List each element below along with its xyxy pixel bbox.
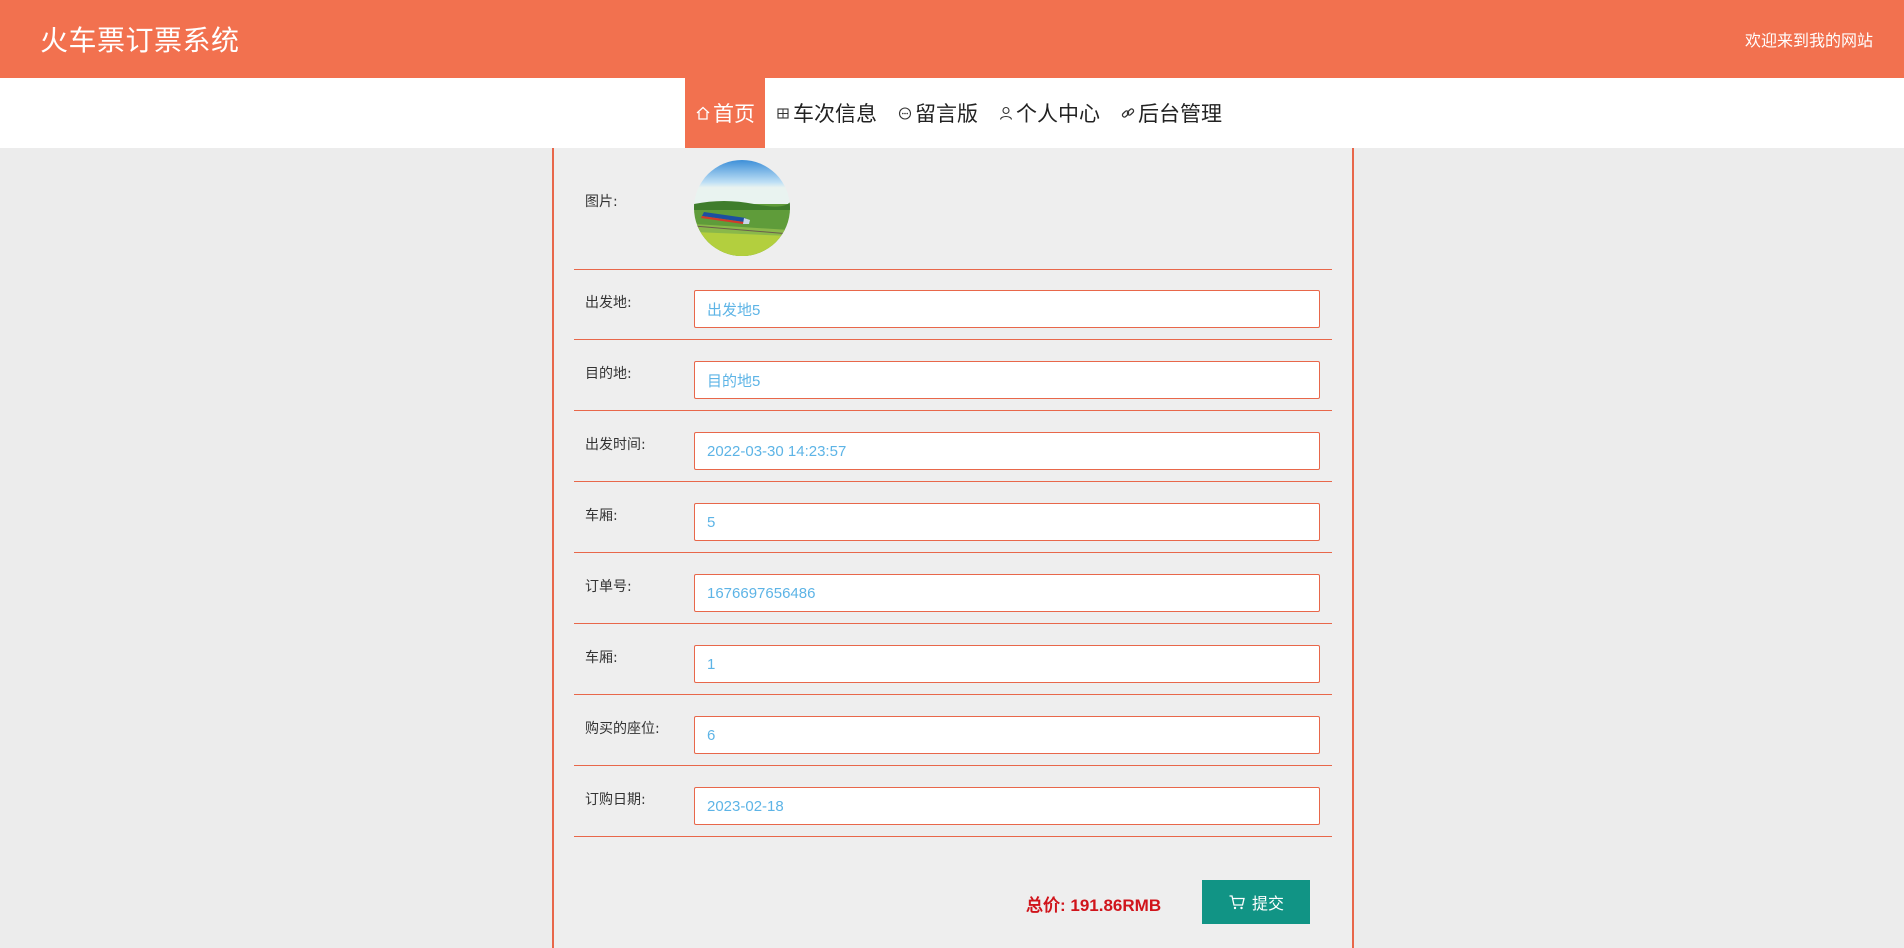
nav-item-label: 留言版 (915, 102, 978, 126)
destination-input[interactable] (694, 361, 1320, 399)
order-date-label: 订购日期: (585, 792, 646, 808)
order-form: 图片: 出发地: 出发地5 目的地: 目的地5 出发时间: 2022-03-30… (552, 148, 1354, 948)
form-row-seat: 购买的座位: (574, 695, 1332, 766)
order-number-input[interactable] (694, 574, 1320, 612)
form-row-destination: 目的地: (574, 340, 1332, 411)
carriage-2-label: 车厢: (585, 650, 618, 666)
home-icon (695, 105, 711, 121)
form-row-carriage: 车厢: (574, 482, 1332, 553)
form-row-departure-time: 出发时间: (574, 411, 1332, 482)
destination-label: 目的地: (585, 366, 632, 382)
total-price: 总价: 191.86RMB (1026, 896, 1162, 915)
form-row-carriage-2: 车厢: (574, 624, 1332, 695)
nav-item-label: 车次信息 (793, 102, 877, 126)
nav-bar: 首页 车次信息 留言版 个人中心 后台管理 (0, 78, 1904, 148)
nav-item-admin[interactable]: 后台管理 (1110, 78, 1232, 148)
order-number-label: 订单号: (585, 579, 632, 595)
welcome-text: 欢迎来到我的网站 (1744, 31, 1873, 50)
departure-label: 出发地: (585, 295, 632, 311)
submit-label: 提交 (1251, 896, 1284, 913)
nav-item-home[interactable]: 首页 (685, 78, 765, 148)
nav-item-label: 首页 (713, 102, 755, 126)
link-icon (1120, 105, 1136, 121)
order-date-input[interactable] (694, 787, 1320, 825)
form-row-departure: 出发地: (574, 269, 1332, 340)
departure-time-input[interactable] (694, 432, 1320, 470)
carriage-2-input[interactable] (694, 645, 1320, 683)
nav-item-train-info[interactable]: 车次信息 (765, 78, 887, 148)
image-label: 图片: (585, 194, 618, 210)
form-row-image: 图片: (574, 148, 1332, 270)
nav-item-personal-center[interactable]: 个人中心 (988, 78, 1110, 148)
departure-input[interactable] (694, 290, 1320, 328)
seat-input[interactable] (694, 716, 1320, 754)
departure-time-label: 出发时间: (585, 437, 646, 453)
form-footer: 总价: 191.86RMB 提交 (554, 878, 1352, 928)
cart-icon (1229, 895, 1245, 910)
nav-item-message-board[interactable]: 留言版 (887, 78, 988, 148)
nav-item-label: 后台管理 (1138, 102, 1222, 126)
top-header: 火车票订票系统 欢迎来到我的网站 (0, 0, 1904, 78)
train-image (694, 160, 790, 256)
carriage-label: 车厢: (585, 508, 618, 524)
carriage-input[interactable] (694, 503, 1320, 541)
submit-button[interactable]: 提交 (1202, 880, 1310, 924)
seat-label: 购买的座位: (585, 721, 660, 737)
form-row-order-date: 订购日期: (574, 766, 1332, 837)
form-row-order-number: 订单号: (574, 553, 1332, 624)
grid-icon (775, 105, 791, 121)
site-title: 火车票订票系统 (40, 24, 240, 57)
chat-icon (897, 105, 913, 121)
user-icon (998, 105, 1014, 121)
nav-item-label: 个人中心 (1016, 102, 1100, 126)
main-nav: 首页 车次信息 留言版 个人中心 后台管理 (685, 78, 1232, 148)
